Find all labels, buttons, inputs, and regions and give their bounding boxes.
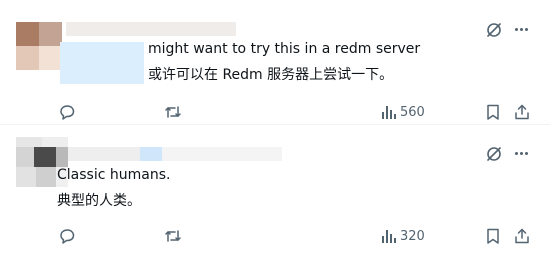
tweet-translation: 典型的人类。 xyxy=(57,193,141,209)
tweet-text: Classic humans. xyxy=(57,167,171,183)
bookmark-icon[interactable] xyxy=(484,103,502,121)
bookmark-icon[interactable] xyxy=(484,227,502,245)
views-count: 560 xyxy=(400,105,425,120)
views-icon[interactable] xyxy=(379,227,397,245)
username-redacted[interactable] xyxy=(66,22,236,36)
tweet-translation: 或许可以在 Redm 服务器上尝试一下。 xyxy=(148,67,394,83)
retweet-icon[interactable] xyxy=(164,227,182,245)
username-redacted[interactable] xyxy=(68,147,140,161)
retweet-icon[interactable] xyxy=(164,103,182,121)
handle-redacted xyxy=(140,147,162,161)
views-count: 320 xyxy=(400,229,425,244)
grok-icon[interactable] xyxy=(485,145,503,163)
avatar[interactable] xyxy=(16,22,62,70)
share-icon[interactable] xyxy=(513,103,531,121)
handle-redacted xyxy=(60,42,144,84)
reply-icon[interactable] xyxy=(58,103,76,121)
more-icon[interactable] xyxy=(515,152,528,155)
grok-icon[interactable] xyxy=(485,21,503,39)
tweet-2[interactable]: Classic humans. 典型的人类。 320 xyxy=(0,125,550,260)
reply-icon[interactable] xyxy=(58,227,76,245)
share-icon[interactable] xyxy=(513,227,531,245)
tweet-1[interactable]: might want to try this in a redm server … xyxy=(0,0,550,128)
tweet-text: might want to try this in a redm server xyxy=(148,41,421,57)
views-icon[interactable] xyxy=(379,103,397,121)
more-icon[interactable] xyxy=(515,28,528,31)
header-redacted xyxy=(162,147,282,161)
